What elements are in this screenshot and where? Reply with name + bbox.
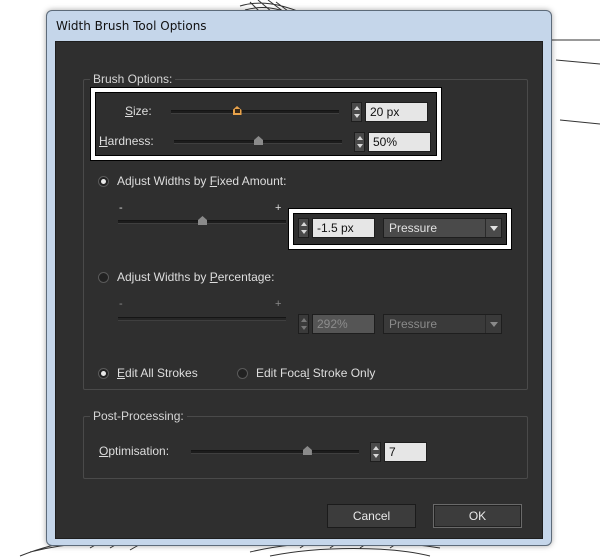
fixed-amount-highlight bbox=[289, 209, 511, 249]
percentage-plus-label: + bbox=[275, 298, 282, 310]
edit-all-strokes-label[interactable]: Edit All Strokes bbox=[117, 366, 198, 380]
percentage-minus-label: - bbox=[119, 298, 123, 310]
dialog-titlebar[interactable]: Width Brush Tool Options bbox=[47, 11, 551, 41]
post-processing-group-label: Post-Processing: bbox=[90, 409, 187, 423]
percentage-pressure-select: Pressure bbox=[383, 314, 502, 334]
percentage-radio[interactable] bbox=[98, 272, 109, 283]
cancel-button[interactable]: Cancel bbox=[327, 504, 416, 528]
size-hardness-highlight bbox=[91, 88, 441, 160]
optimisation-label: Optimisation: bbox=[99, 444, 170, 458]
edit-focal-stroke-radio[interactable] bbox=[237, 368, 248, 379]
fixed-plus-label: + bbox=[275, 202, 282, 214]
percentage-input: 292% bbox=[312, 314, 375, 334]
fixed-amount-label[interactable]: Adjust Widths by Fixed Amount: bbox=[117, 174, 286, 188]
optimisation-slider-track[interactable] bbox=[191, 450, 359, 454]
dialog-body: Brush Options: Size: 20 px Hardness: 50%… bbox=[55, 41, 543, 539]
decrement-arrow-icon bbox=[301, 326, 307, 330]
dialog-window: Width Brush Tool Options Brush Options: … bbox=[46, 10, 552, 546]
optimisation-input[interactable]: 7 bbox=[384, 442, 427, 462]
dialog-title: Width Brush Tool Options bbox=[56, 19, 207, 33]
increment-arrow-icon[interactable] bbox=[373, 446, 379, 450]
ok-button[interactable]: OK bbox=[433, 504, 522, 528]
fixed-minus-label: - bbox=[119, 202, 123, 214]
dropdown-arrow-icon bbox=[485, 315, 501, 333]
percentage-stepper bbox=[298, 314, 309, 334]
percentage-pressure-value: Pressure bbox=[389, 317, 438, 331]
decrement-arrow-icon[interactable] bbox=[373, 454, 379, 458]
fixed-amount-radio[interactable] bbox=[98, 176, 109, 187]
edit-all-strokes-radio[interactable] bbox=[98, 368, 109, 379]
increment-arrow-icon bbox=[301, 318, 307, 322]
percentage-slider-track bbox=[118, 317, 286, 321]
brush-options-group-label: Brush Options: bbox=[90, 72, 176, 86]
percentage-label[interactable]: Adjust Widths by Percentage: bbox=[117, 270, 274, 284]
edit-focal-stroke-label[interactable]: Edit Focal Stroke Only bbox=[256, 366, 375, 380]
optimisation-stepper[interactable] bbox=[370, 442, 381, 462]
